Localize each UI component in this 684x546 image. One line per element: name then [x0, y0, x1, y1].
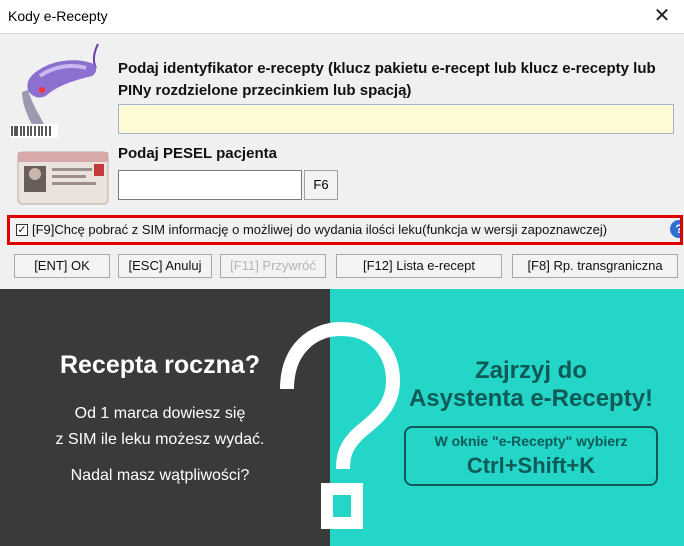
close-button[interactable]: ✕	[648, 4, 676, 28]
shortcut-box-line1: W oknie "e-Recepty" wybierz	[434, 433, 628, 449]
banner-left-title: Recepta roczna?	[59, 351, 261, 379]
question-mark-icon	[280, 321, 401, 529]
restore-button: [F11] Przywróć	[220, 254, 326, 278]
banner-right-title1: Zajrzyj do	[474, 357, 588, 384]
pesel-input[interactable]	[118, 170, 302, 200]
shortcut-box-line2: Ctrl+Shift+K	[466, 453, 596, 478]
sim-checkbox-label[interactable]: [F9]Chcę pobrać z SIM informację o możli…	[32, 222, 607, 237]
cancel-button[interactable]: [ESC] Anuluj	[118, 254, 212, 278]
list-button[interactable]: [F12] Lista e-recept	[336, 254, 502, 278]
barcode-scanner-icon	[10, 43, 99, 138]
sim-option-row: ✓ [F9]Chcę pobrać z SIM informację o moż…	[7, 215, 683, 245]
sim-checkbox[interactable]: ✓	[16, 224, 28, 236]
banner-left-line3: Nadal masz wątpliwości?	[70, 467, 250, 484]
help-icon[interactable]: ?	[670, 220, 680, 238]
banner-right-title2: Asystenta e-Recepty!	[408, 385, 654, 412]
prescription-id-input[interactable]	[118, 104, 674, 134]
info-banner: Recepta roczna? Od 1 marca dowiesz się z…	[0, 289, 684, 546]
title-bar: Kody e-Recepty ✕	[0, 0, 684, 34]
id-label: Podaj identyfikator e-recepty (klucz pak…	[118, 60, 656, 99]
banner-left-line1: Od 1 marca dowiesz się	[74, 405, 246, 422]
banner-left-line2: z SIM ile leku możesz wydać.	[55, 431, 265, 448]
id-card-icon	[17, 151, 109, 205]
ok-button[interactable]: [ENT] OK	[14, 254, 110, 278]
window-title: Kody e-Recepty	[8, 8, 108, 24]
f6-button[interactable]: F6	[304, 170, 338, 200]
cross-border-button[interactable]: [F8] Rp. transgraniczna	[512, 254, 678, 278]
pesel-label: Podaj PESEL pacjenta	[118, 145, 277, 162]
